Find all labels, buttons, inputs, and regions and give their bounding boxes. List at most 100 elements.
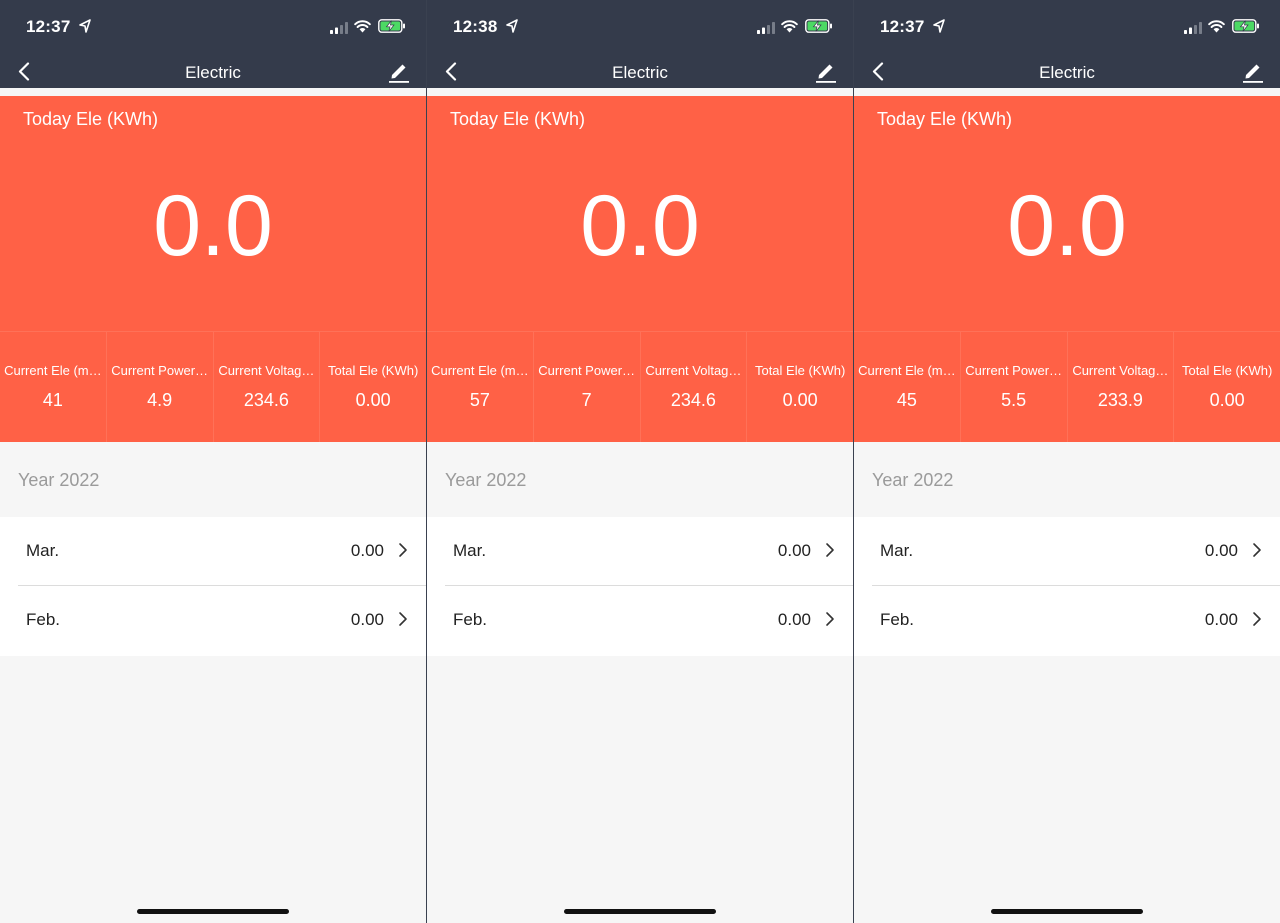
chevron-right-icon bbox=[399, 612, 407, 626]
metric-value: 7 bbox=[581, 390, 592, 410]
page-title: Electric bbox=[185, 63, 241, 82]
metric-current-ele: Current Ele (m… 41 bbox=[0, 332, 107, 442]
month-row-feb[interactable]: Feb. 0.00 bbox=[854, 586, 1280, 656]
pencil-icon bbox=[816, 64, 836, 83]
metric-total-ele: Total Ele (KWh) 0.00 bbox=[747, 332, 853, 442]
status-time: 12:38 bbox=[453, 17, 498, 36]
month-row-feb[interactable]: Feb. 0.00 bbox=[0, 586, 426, 656]
page-title: Electric bbox=[1039, 63, 1095, 82]
metric-label: Current Voltag… bbox=[645, 363, 742, 378]
cellular-signal-icon bbox=[757, 22, 775, 34]
metric-label: Total Ele (KWh) bbox=[327, 363, 419, 378]
metric-label: Current Voltag… bbox=[218, 363, 315, 378]
month-row-mar[interactable]: Mar. 0.00 bbox=[854, 517, 1280, 586]
month-row-mar[interactable]: Mar. 0.00 bbox=[0, 517, 426, 586]
today-energy-panel: Today Ele (KWh) 0.0 Current Ele (m… 57 C… bbox=[427, 96, 853, 442]
wifi-icon bbox=[354, 20, 371, 33]
year-header: Year 2022 bbox=[445, 470, 527, 490]
metric-current-ele: Current Ele (m… 57 bbox=[427, 332, 534, 442]
battery-charging-icon bbox=[1232, 19, 1259, 33]
month-list: Mar. 0.00 Feb. 0.00 bbox=[0, 517, 426, 656]
status-bar: 12:37 bbox=[854, 0, 1280, 52]
month-value: 0.00 bbox=[777, 610, 811, 629]
month-list: Mar. 0.00 Feb. 0.00 bbox=[854, 517, 1280, 656]
metric-current-voltage: Current Voltag… 233.9 bbox=[1068, 332, 1175, 442]
month-name: Mar. bbox=[880, 541, 914, 560]
month-row-feb[interactable]: Feb. 0.00 bbox=[427, 586, 853, 656]
metric-total-ele: Total Ele (KWh) 0.00 bbox=[1174, 332, 1280, 442]
nav-bar: Electric bbox=[427, 52, 853, 88]
metric-label: Current Power… bbox=[538, 363, 636, 378]
pencil-icon bbox=[1243, 64, 1263, 83]
home-indicator[interactable] bbox=[137, 909, 289, 914]
month-name: Feb. bbox=[880, 610, 915, 629]
month-list: Mar. 0.00 Feb. 0.00 bbox=[427, 517, 853, 656]
chevron-right-icon bbox=[399, 543, 407, 557]
nav-bar: Electric bbox=[0, 52, 426, 88]
month-name: Mar. bbox=[453, 541, 487, 560]
month-value: 0.00 bbox=[350, 541, 384, 560]
today-energy-panel: Today Ele (KWh) 0.0 Current Ele (m… 41 C… bbox=[0, 96, 426, 442]
phone-screen-1: 12:37 Electric Today Ele (KWh) 0.0 Curre… bbox=[0, 0, 426, 923]
metric-value: 233.9 bbox=[1097, 390, 1143, 410]
metric-label: Current Ele (m… bbox=[4, 363, 102, 378]
metric-current-voltage: Current Voltag… 234.6 bbox=[641, 332, 748, 442]
location-arrow-icon bbox=[506, 19, 518, 33]
chevron-right-icon bbox=[1253, 612, 1261, 626]
wifi-icon bbox=[781, 20, 798, 33]
month-value: 0.00 bbox=[1204, 541, 1238, 560]
month-value: 0.00 bbox=[1204, 610, 1238, 629]
app-header: 12:38 Electric bbox=[427, 0, 853, 88]
app-header: 12:37 Electric bbox=[0, 0, 426, 88]
month-row-mar[interactable]: Mar. 0.00 bbox=[427, 517, 853, 586]
edit-button[interactable] bbox=[386, 58, 412, 84]
metric-value: 0.00 bbox=[782, 390, 818, 410]
status-bar: 12:37 bbox=[0, 0, 426, 52]
metric-value: 234.6 bbox=[243, 390, 289, 410]
phone-screen-3: 12:37 Electric Today Ele (KWh) 0.0 Curre… bbox=[853, 0, 1280, 923]
battery-charging-icon bbox=[378, 19, 405, 33]
today-energy-label: Today Ele (KWh) bbox=[877, 109, 1013, 129]
home-indicator[interactable] bbox=[564, 909, 716, 914]
metric-label: Current Power… bbox=[965, 363, 1063, 378]
metrics-row: Current Ele (m… 57 Current Power… 7 Curr… bbox=[427, 331, 853, 442]
battery-charging-icon bbox=[805, 19, 832, 33]
month-value: 0.00 bbox=[777, 541, 811, 560]
metric-label: Current Ele (m… bbox=[431, 363, 529, 378]
month-value: 0.00 bbox=[350, 610, 384, 629]
metric-value: 0.00 bbox=[1209, 390, 1245, 410]
app-header: 12:37 Electric bbox=[854, 0, 1280, 88]
metric-value: 5.5 bbox=[1001, 390, 1027, 410]
month-name: Feb. bbox=[453, 610, 488, 629]
today-energy-value: 0.0 bbox=[1007, 178, 1127, 274]
edit-button[interactable] bbox=[1240, 58, 1266, 84]
phone-screen-2: 12:38 Electric Today Ele (KWh) 0.0 Curre… bbox=[426, 0, 853, 923]
metric-current-power: Current Power… 7 bbox=[534, 332, 641, 442]
metric-total-ele: Total Ele (KWh) 0.00 bbox=[320, 332, 426, 442]
metric-value: 4.9 bbox=[147, 390, 173, 410]
nav-bar: Electric bbox=[854, 52, 1280, 88]
metric-current-power: Current Power… 5.5 bbox=[961, 332, 1068, 442]
wifi-icon bbox=[1208, 20, 1225, 33]
edit-button[interactable] bbox=[813, 58, 839, 84]
metric-label: Current Voltag… bbox=[1072, 363, 1169, 378]
today-energy-panel: Today Ele (KWh) 0.0 Current Ele (m… 45 C… bbox=[854, 96, 1280, 442]
chevron-right-icon bbox=[1253, 543, 1261, 557]
metric-label: Current Ele (m… bbox=[858, 363, 956, 378]
metrics-row: Current Ele (m… 41 Current Power… 4.9 Cu… bbox=[0, 331, 426, 442]
metric-value: 57 bbox=[469, 390, 490, 410]
metric-label: Total Ele (KWh) bbox=[1181, 363, 1273, 378]
metric-value: 45 bbox=[896, 390, 917, 410]
metric-label: Total Ele (KWh) bbox=[754, 363, 846, 378]
screenshot-collage: 12:37 Electric Today Ele (KWh) 0.0 Curre… bbox=[0, 0, 1280, 923]
status-time: 12:37 bbox=[880, 17, 925, 36]
metric-current-power: Current Power… 4.9 bbox=[107, 332, 214, 442]
metric-value: 41 bbox=[42, 390, 63, 410]
metric-current-ele: Current Ele (m… 45 bbox=[854, 332, 961, 442]
today-energy-label: Today Ele (KWh) bbox=[450, 109, 586, 129]
chevron-right-icon bbox=[826, 543, 834, 557]
year-header: Year 2022 bbox=[18, 470, 100, 490]
page-title: Electric bbox=[612, 63, 668, 82]
month-name: Mar. bbox=[26, 541, 60, 560]
home-indicator[interactable] bbox=[991, 909, 1143, 914]
